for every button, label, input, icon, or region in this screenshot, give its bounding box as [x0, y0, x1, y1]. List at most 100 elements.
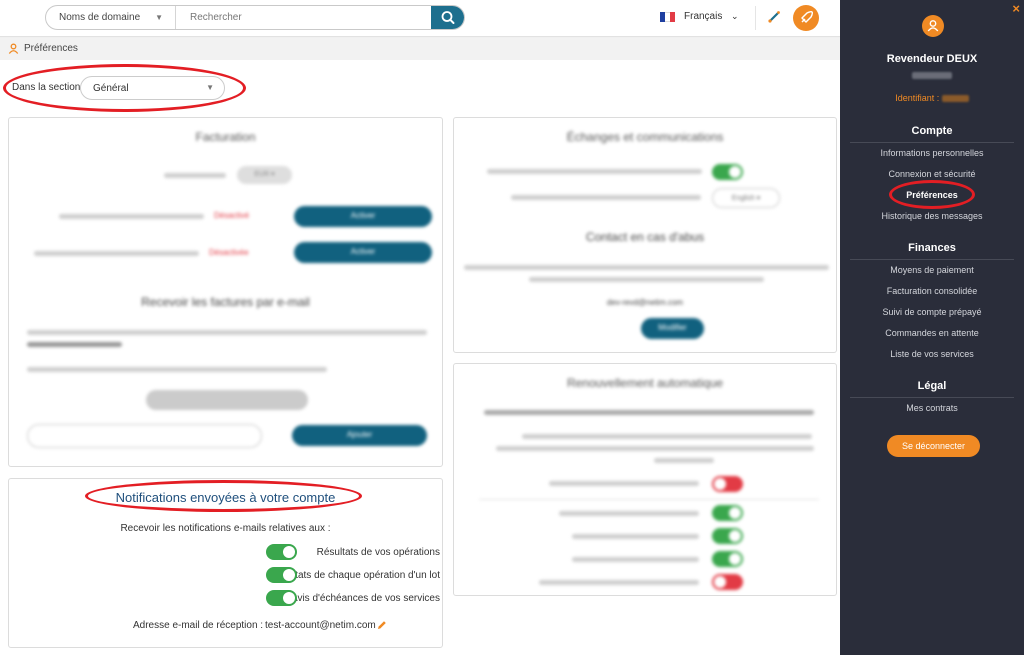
text-placeholder — [549, 481, 699, 486]
text-placeholder — [511, 195, 701, 200]
menu-login-security[interactable]: Connexion et sécurité — [840, 169, 1024, 179]
section-legal: Légal — [850, 380, 1014, 398]
email-input[interactable] — [27, 424, 262, 448]
language-pref-value: English — [731, 195, 755, 202]
text-placeholder — [487, 169, 702, 174]
notif-toggle-batch[interactable] — [266, 567, 297, 583]
renewal-domains-toggle[interactable] — [712, 505, 743, 521]
billing-card: Facturation EUR ▾ Désactivé Activer Désa… — [8, 117, 443, 467]
text-placeholder — [164, 173, 226, 178]
menu-payment-methods[interactable]: Moyens de paiement — [840, 265, 1024, 275]
user-name: Revendeur DEUX — [886, 53, 978, 65]
text-placeholder — [484, 410, 814, 415]
user-icon — [8, 43, 19, 54]
currency-value: EUR — [254, 171, 270, 178]
highlight-circle — [85, 480, 362, 512]
language-pref-select[interactable]: English ▾ — [712, 188, 780, 208]
user-code — [912, 70, 952, 81]
top-bar: Noms de domaine ▼ Rechercher Français ⌄ — [0, 0, 840, 37]
menu-prepaid-account[interactable]: Suivi de compte prépayé — [840, 307, 1024, 317]
search-bar: Noms de domaine ▼ Rechercher — [45, 5, 465, 30]
language-selector[interactable]: Français ⌄ — [660, 11, 745, 25]
notif-label-operations: Résultats de vos opérations — [316, 547, 440, 558]
email-value: test-account@netim.com — [265, 620, 376, 631]
search-icon — [441, 11, 455, 24]
domain-type-label: Noms de domaine — [59, 12, 141, 23]
text-placeholder — [496, 446, 814, 451]
language-label: Français — [684, 11, 723, 22]
breadcrumb: Préférences — [0, 38, 840, 60]
menu-services-list[interactable]: Liste de vos services — [840, 349, 1024, 359]
notif-toggle-expiry[interactable] — [266, 590, 297, 606]
text-placeholder — [572, 557, 699, 562]
renewal-title: Renouvellement automatique — [566, 376, 724, 390]
menu-pending-orders[interactable]: Commandes en attente — [840, 328, 1024, 338]
text-placeholder — [464, 265, 829, 270]
avatar — [922, 15, 944, 37]
rocket-button[interactable] — [793, 5, 819, 31]
status-off: Désactivée — [209, 248, 249, 257]
notif-toggle-operations[interactable] — [266, 544, 297, 560]
text-placeholder — [559, 511, 699, 516]
abuse-title: Contact en cas d'abus — [585, 230, 705, 244]
currency-select[interactable]: EUR ▾ — [237, 166, 292, 184]
text-placeholder — [59, 214, 204, 219]
text-placeholder — [27, 330, 427, 335]
search-input[interactable]: Rechercher — [176, 6, 431, 29]
text-placeholder — [572, 534, 699, 539]
section-account: Compte — [850, 125, 1014, 143]
notif-label-expiry: Avis d'échéances de vos services — [290, 593, 440, 604]
exchanges-card: Échanges et communications English ▾ Con… — [453, 117, 837, 353]
renewal-hosting-toggle[interactable] — [712, 528, 743, 544]
menu-consolidated-billing[interactable]: Facturation consolidée — [840, 286, 1024, 296]
french-flag-icon — [660, 12, 675, 22]
billing-title: Facturation — [195, 130, 256, 144]
text-placeholder — [654, 458, 714, 463]
additional-address-button[interactable] — [146, 390, 308, 410]
invoices-email-title: Recevoir les factures par e-mail — [141, 295, 310, 309]
menu-contracts[interactable]: Mes contrats — [840, 403, 1024, 413]
search-placeholder: Rechercher — [190, 12, 242, 23]
highlight-circle — [3, 64, 246, 112]
chevron-down-icon: ⌄ — [731, 11, 739, 21]
user-id-label: Identifiant : — [895, 93, 940, 103]
text-placeholder — [539, 580, 699, 585]
pen-icon[interactable] — [766, 9, 782, 25]
renewal-card: Renouvellement automatique — [453, 363, 837, 596]
divider — [479, 499, 819, 500]
user-icon — [927, 20, 939, 32]
logout-button[interactable]: Se déconnecter — [887, 435, 980, 457]
chevron-down-icon: ▼ — [155, 13, 163, 22]
breadcrumb-label: Préférences — [24, 43, 78, 54]
enable-button[interactable]: Activer — [294, 242, 432, 263]
text-placeholder — [34, 251, 199, 256]
search-button[interactable] — [431, 6, 464, 29]
divider — [755, 6, 756, 30]
exchanges-title: Échanges et communications — [566, 130, 724, 144]
text-placeholder — [27, 342, 122, 347]
pencil-icon[interactable] — [377, 620, 387, 630]
section-finances: Finances — [850, 242, 1014, 260]
rocket-icon — [801, 10, 814, 23]
menu-message-history[interactable]: Historique des messages — [840, 211, 1024, 221]
renewal-brand-toggle[interactable] — [712, 574, 743, 590]
highlight-circle — [889, 180, 975, 209]
marketing-toggle[interactable] — [712, 164, 743, 180]
text-placeholder — [529, 277, 764, 282]
renewal-ssl-toggle[interactable] — [712, 551, 743, 567]
enable-button[interactable]: Activer — [294, 206, 432, 227]
notifications-subtitle: Recevoir les notifications e-mails relat… — [120, 523, 331, 534]
add-button[interactable]: Ajouter — [292, 425, 427, 446]
text-placeholder — [522, 434, 812, 439]
domain-type-select[interactable]: Noms de domaine ▼ — [46, 6, 176, 29]
text-placeholder — [27, 367, 327, 372]
status-off: Désactivé — [214, 211, 250, 220]
renewal-all-toggle[interactable] — [712, 476, 743, 492]
account-sidebar: × Revendeur DEUX Identifiant : Compte In… — [840, 0, 1024, 655]
email-label: Adresse e-mail de réception : — [133, 620, 264, 631]
close-icon[interactable]: × — [1012, 1, 1020, 16]
abuse-email: dev-revd@netim.com — [606, 298, 684, 307]
modify-button[interactable]: Modifier — [641, 318, 704, 339]
user-id: Identifiant : — [840, 93, 1024, 103]
menu-personal-info[interactable]: Informations personnelles — [840, 148, 1024, 158]
